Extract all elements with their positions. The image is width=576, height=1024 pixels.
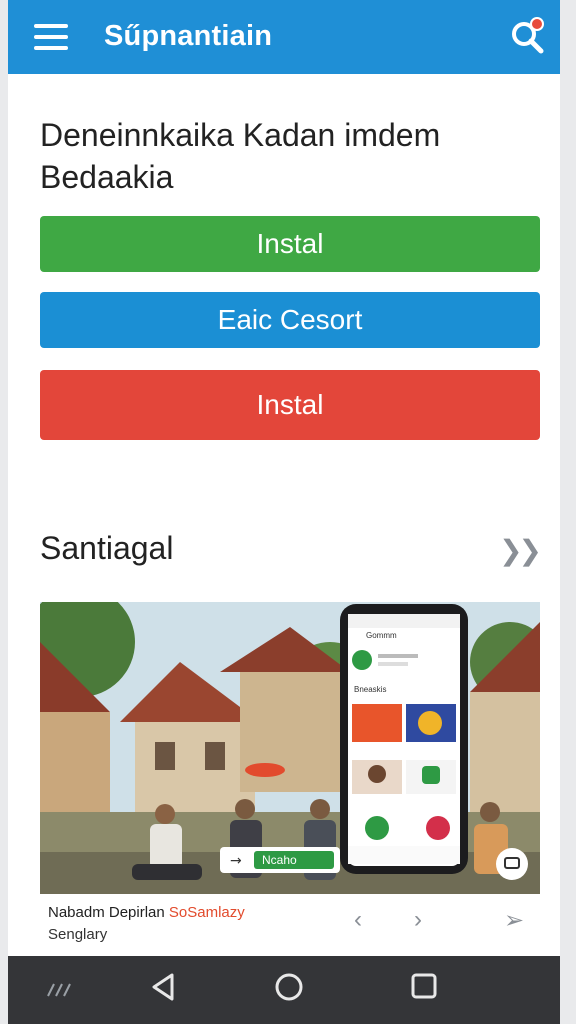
heading-line-2: Bedaakia bbox=[40, 159, 174, 195]
double-chevron-right-icon[interactable]: ❯❯ bbox=[499, 534, 542, 567]
image-caption: Nabadm Depirlan SoSamlazy bbox=[48, 904, 245, 921]
phone-label-text: Bneaskis bbox=[354, 685, 386, 694]
hamburger-menu-icon[interactable] bbox=[34, 24, 68, 50]
system-navigation-bar bbox=[8, 956, 560, 1024]
back-icon[interactable] bbox=[150, 972, 178, 1002]
page-heading: Deneinnkaika Kadan imdem Bedaakia bbox=[40, 114, 520, 198]
svg-text:→: → bbox=[230, 853, 242, 869]
primary-action-button[interactable]: Eaic Cesort bbox=[40, 292, 540, 348]
caption-highlight: SoSamlazy bbox=[168, 904, 245, 921]
search-notification-icon[interactable] bbox=[508, 16, 548, 56]
next-arrow-icon[interactable]: › bbox=[414, 906, 422, 934]
section-title: Santiagal bbox=[40, 530, 174, 566]
install-button-red[interactable]: Instal bbox=[40, 370, 540, 440]
app-bar: Sűpnantiain bbox=[8, 0, 560, 74]
app-drawer-icon[interactable] bbox=[44, 978, 74, 1002]
heading-line-1: Deneinnkaika Kadan imdem bbox=[40, 117, 441, 153]
image-subcaption: Senglary bbox=[48, 926, 108, 943]
app-title: Sűpnantiain bbox=[104, 20, 273, 52]
phone-header-text: Gommm bbox=[366, 631, 397, 640]
content-card: Deneinnkaika Kadan imdem Bedaakia Instal… bbox=[8, 74, 560, 956]
send-arrow-icon[interactable]: ➢ bbox=[504, 906, 524, 935]
previous-arrow-icon[interactable]: ‹ bbox=[354, 906, 362, 934]
home-icon[interactable] bbox=[274, 972, 304, 1002]
recents-icon[interactable] bbox=[410, 972, 438, 1000]
overlay-label: Ncaho bbox=[262, 853, 297, 867]
install-button-green[interactable]: Instal bbox=[40, 216, 540, 272]
caption-prefix: Nabadm Depirlan bbox=[48, 904, 169, 921]
hero-image[interactable]: → Ncaho Gommm Bneaskis bbox=[40, 602, 540, 894]
